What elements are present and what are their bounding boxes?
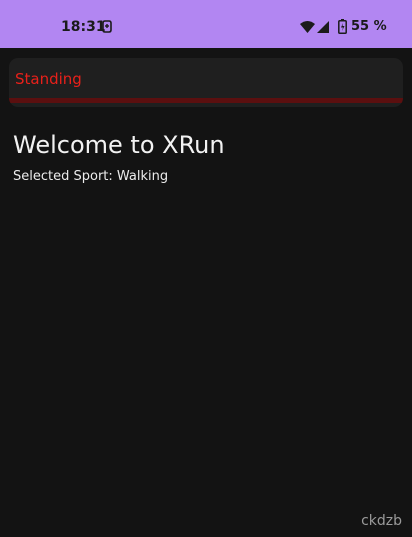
battery-percentage: 55 % — [351, 19, 387, 34]
notification-icon — [102, 20, 112, 33]
selected-sport-text: Selected Sport: Walking — [13, 168, 168, 185]
signal-icon — [317, 21, 329, 33]
activity-status-label: Standing — [15, 70, 82, 88]
watermark-text: ckdzb — [361, 513, 402, 529]
welcome-title: Welcome to XRun — [13, 131, 225, 159]
battery-icon — [338, 19, 347, 34]
selected-sport-value: Walking — [116, 169, 169, 184]
app-screen: 18:31 55 % Standing Welcome to XRun Sele… — [0, 0, 412, 537]
status-bar: 18:31 55 % — [0, 0, 412, 48]
selected-sport-prefix: Selected Sport: — [13, 169, 117, 184]
activity-progress-bar — [9, 98, 403, 103]
activity-status-card: Standing — [9, 58, 403, 107]
status-time: 18:31 — [61, 19, 106, 35]
wifi-icon — [300, 21, 315, 33]
